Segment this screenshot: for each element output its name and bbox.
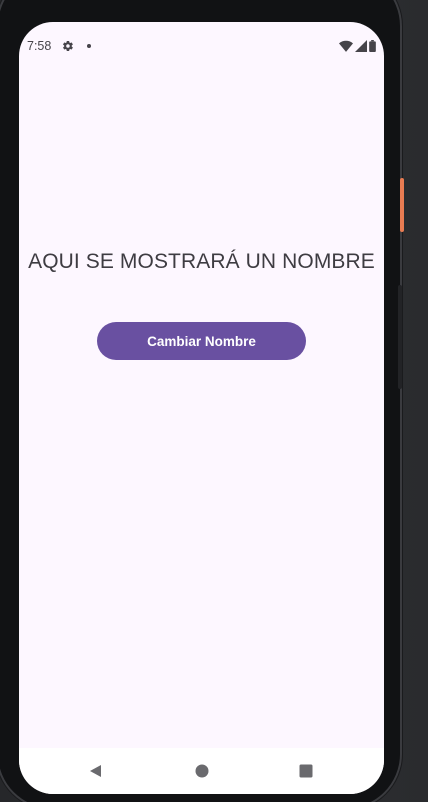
volume-button[interactable] (398, 285, 402, 389)
home-icon[interactable] (195, 764, 209, 778)
status-icons (339, 40, 376, 52)
power-button[interactable] (400, 178, 404, 232)
recents-icon[interactable] (299, 764, 313, 778)
phone-screen: 7:58 AQUI SE MOSTRARÁ UN NOMBRE Cambiar … (19, 22, 384, 794)
back-icon[interactable] (88, 764, 102, 778)
battery-icon (369, 40, 376, 52)
notification-dot-icon (87, 44, 91, 48)
change-name-button[interactable]: Cambiar Nombre (97, 322, 306, 360)
name-display-text: AQUI SE MOSTRARÁ UN NOMBRE (28, 250, 375, 273)
emulator-stage: 7:58 AQUI SE MOSTRARÁ UN NOMBRE Cambiar … (0, 0, 428, 802)
wifi-icon (339, 40, 353, 52)
cellular-signal-icon (355, 40, 367, 52)
navigation-bar (19, 748, 384, 794)
settings-gear-icon (63, 40, 73, 52)
status-time: 7:58 (27, 39, 52, 53)
status-bar: 7:58 (19, 22, 384, 66)
